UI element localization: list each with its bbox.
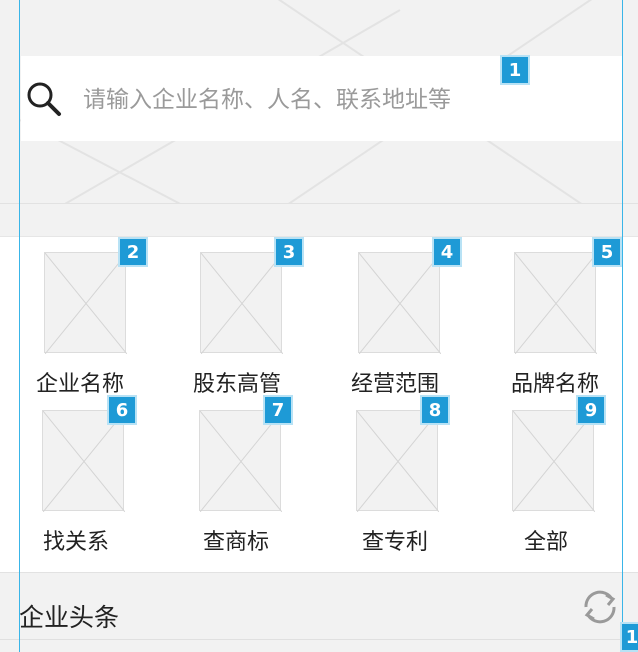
annotation-badge-search: 1 xyxy=(500,55,530,85)
category-label: 查专利 xyxy=(362,530,429,555)
news-section-title: 企业头条 xyxy=(19,603,120,632)
category-image-placeholder xyxy=(514,252,597,354)
refresh-icon[interactable] xyxy=(578,587,622,627)
category-image-placeholder xyxy=(358,252,441,354)
category-image-placeholder xyxy=(356,410,439,512)
category-label: 找关系 xyxy=(43,530,110,555)
layout-guide-right xyxy=(622,0,623,652)
category-image-placeholder xyxy=(512,410,595,512)
category-label: 品牌名称 xyxy=(511,372,600,397)
category-label: 全部 xyxy=(524,530,569,555)
search-icon xyxy=(27,82,61,116)
search-bar[interactable] xyxy=(21,56,622,141)
annotation-badge: 8 xyxy=(420,395,450,425)
category-image-placeholder xyxy=(199,410,282,512)
category-label: 经营范围 xyxy=(351,372,440,397)
annotation-badge: 9 xyxy=(576,395,606,425)
category-image-placeholder xyxy=(44,252,127,354)
category-label: 查商标 xyxy=(203,530,270,555)
annotation-badge: 5 xyxy=(592,237,622,267)
section-divider xyxy=(0,203,638,237)
category-image-placeholder xyxy=(200,252,283,354)
annotation-badge: 7 xyxy=(263,395,293,425)
category-image-placeholder xyxy=(42,410,125,512)
search-input[interactable] xyxy=(83,80,513,120)
category-label: 股东高管 xyxy=(193,372,282,397)
divider xyxy=(0,639,620,640)
annotation-badge-news: 1 xyxy=(620,622,638,652)
category-label: 企业名称 xyxy=(36,372,125,397)
annotation-badge: 4 xyxy=(432,237,462,267)
layout-guide-left xyxy=(19,0,20,652)
annotation-badge: 3 xyxy=(274,237,304,267)
annotation-badge: 6 xyxy=(107,395,137,425)
annotation-badge: 2 xyxy=(118,237,148,267)
